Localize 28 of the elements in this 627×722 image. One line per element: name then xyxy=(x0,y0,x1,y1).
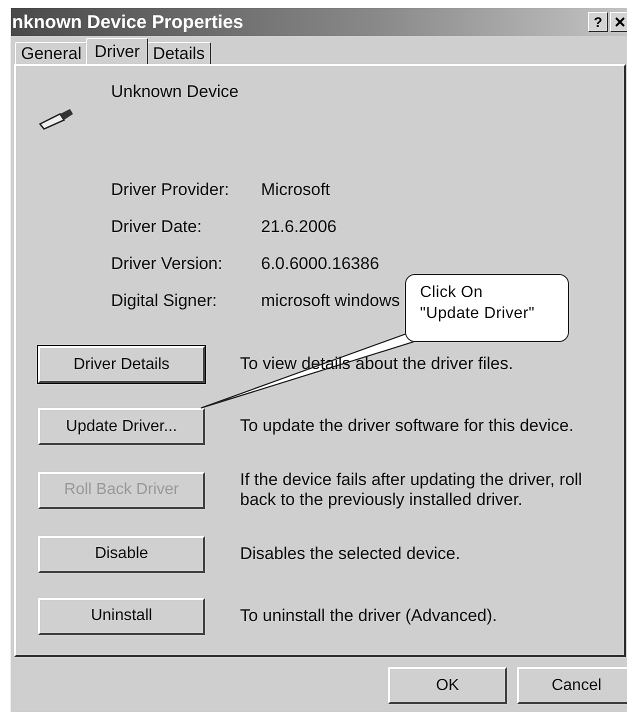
action-description: To update the driver software for this device. xyxy=(240,416,575,437)
action-button[interactable]: Uninstall xyxy=(38,598,205,635)
property-value: microsoft windows xyxy=(261,290,400,310)
dialog-button[interactable]: Cancel xyxy=(517,667,627,704)
action-button[interactable]: Update Driver... xyxy=(38,408,205,445)
tab[interactable]: General xyxy=(15,42,88,64)
property-value: Microsoft xyxy=(261,180,331,200)
property-label: Driver Version: xyxy=(111,254,224,274)
close-button[interactable] xyxy=(610,12,627,32)
property-label: Digital Signer: xyxy=(111,290,218,310)
window-title: nknown Device Properties xyxy=(11,11,244,33)
help-button[interactable]: ? xyxy=(588,12,608,32)
close-icon xyxy=(615,17,625,27)
usb-plug-icon xyxy=(38,106,74,130)
action-button[interactable]: Disable xyxy=(38,536,205,573)
action-description: To uninstall the driver (Advanced). xyxy=(240,606,498,626)
action-description: If the device fails after updating the driver, roll back to the previously installed driver. xyxy=(240,470,584,511)
action-description: Disables the selected device. xyxy=(240,544,462,564)
property-value: 21.6.2006 xyxy=(261,216,338,236)
tab[interactable]: Details xyxy=(146,42,211,64)
property-label: Driver Date: xyxy=(111,216,203,236)
callout-bubble: Click On "Update Driver" xyxy=(405,274,569,342)
property-label: Driver Provider: xyxy=(111,180,230,200)
action-button[interactable]: Driver Details xyxy=(38,346,205,383)
property-value: 6.0.6000.16386 xyxy=(261,254,380,274)
dialog-button[interactable]: OK xyxy=(388,667,507,704)
tab[interactable]: Driver xyxy=(86,38,148,64)
device-name: Unknown Device xyxy=(111,82,239,102)
